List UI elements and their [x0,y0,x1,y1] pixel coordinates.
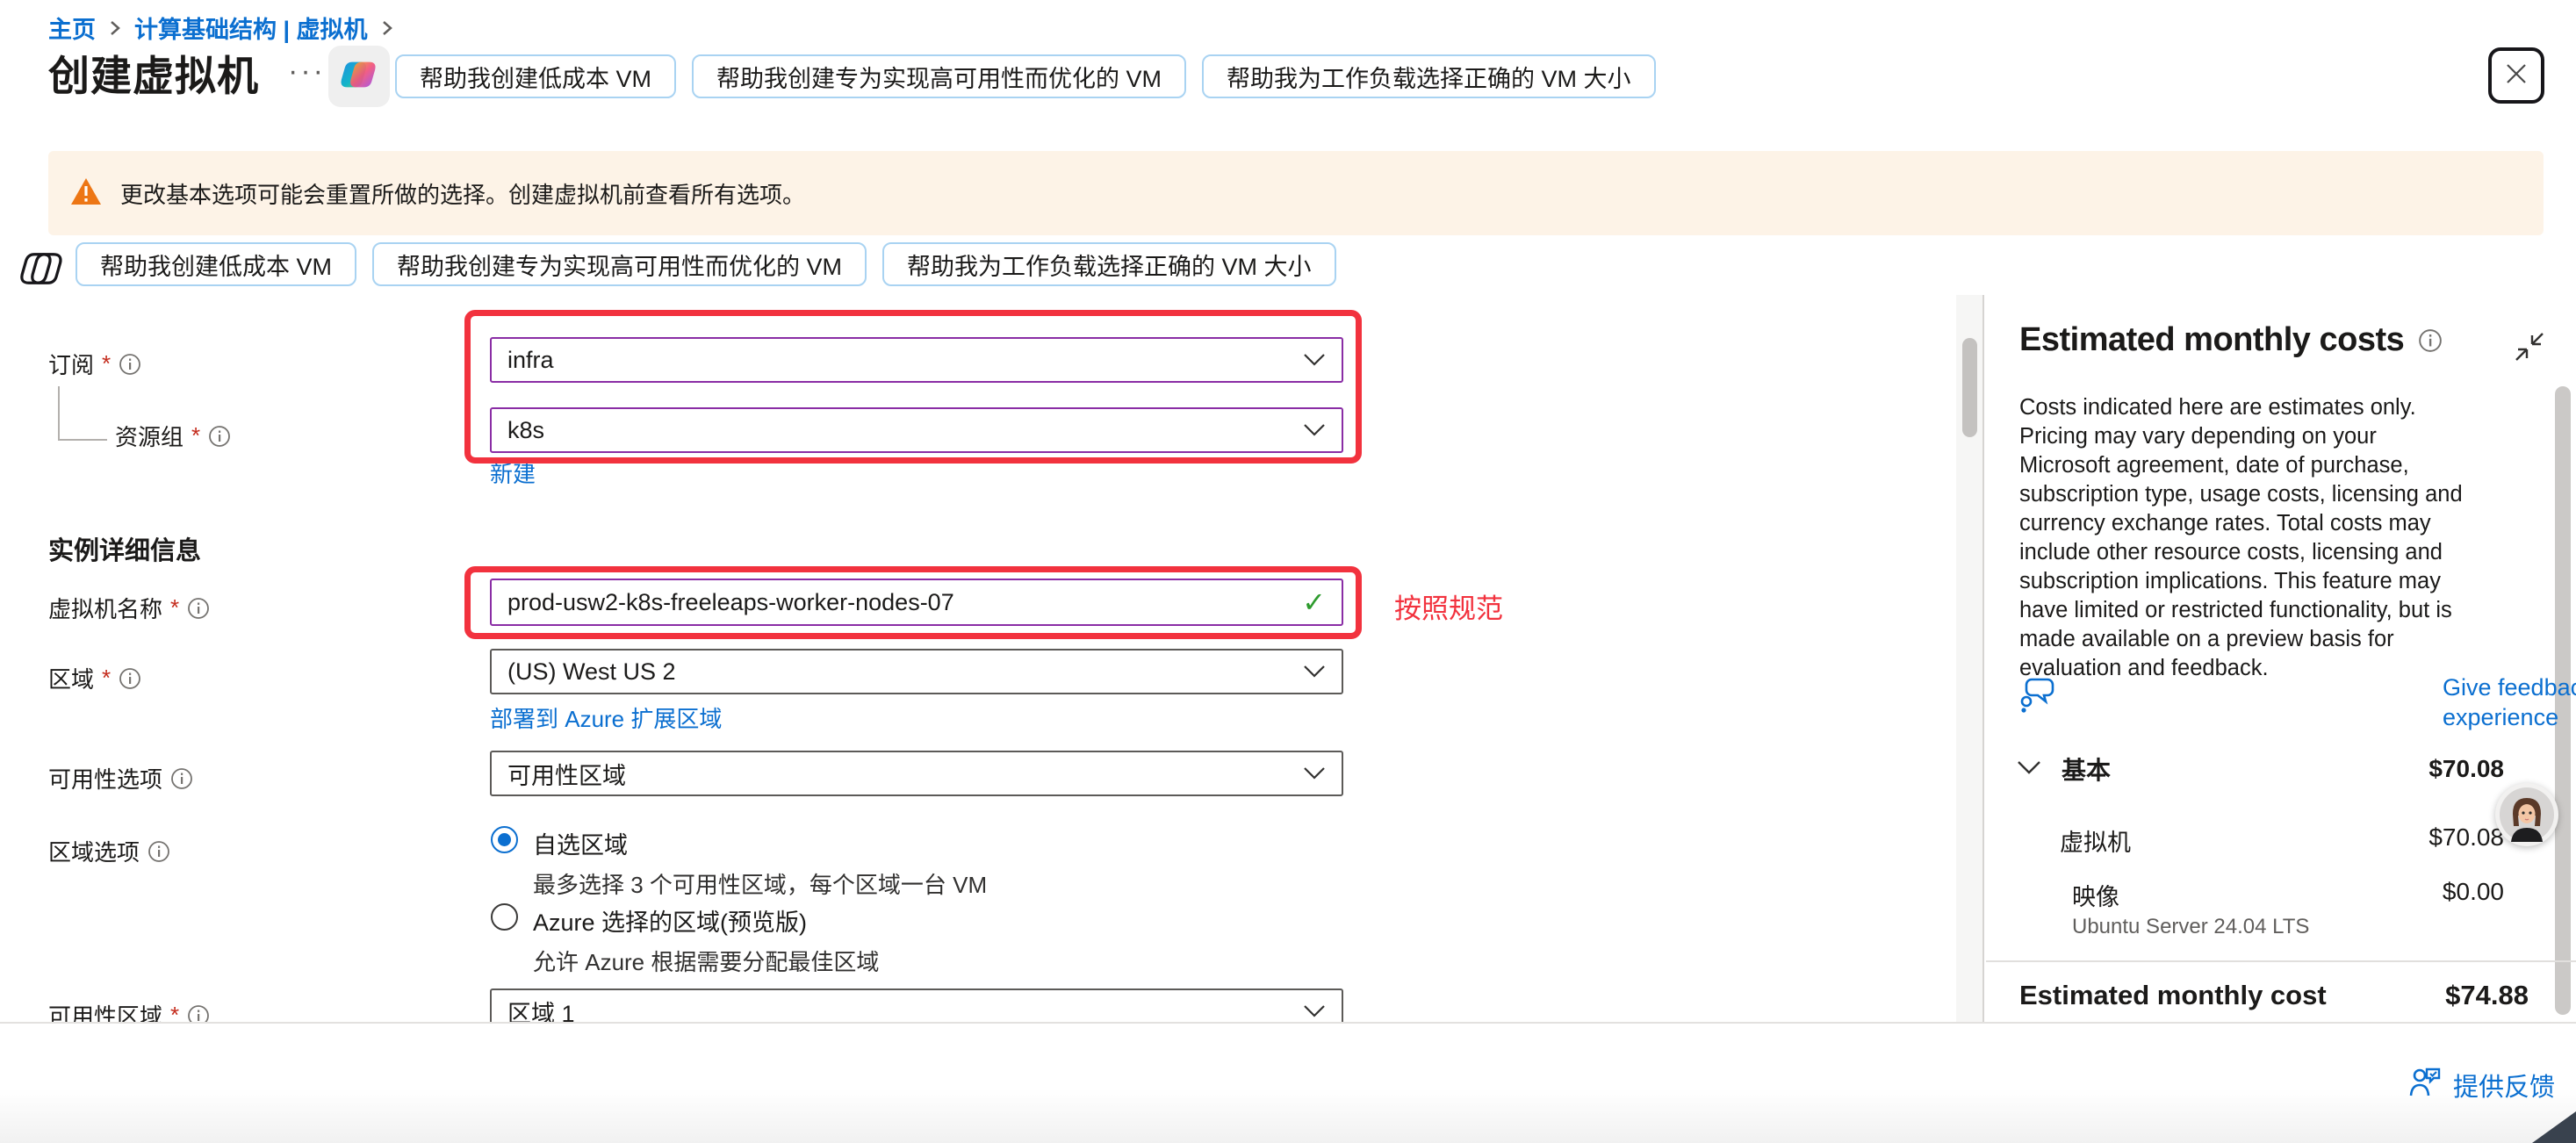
close-icon [2503,61,2529,91]
warning-banner: 更改基本选项可能会重置所做的选择。创建虚拟机前查看所有选项。 [48,151,2544,235]
estimate-feedback-link[interactable]: Give feedback about your estimate experi… [2019,672,2576,732]
feedback-bubbles-icon [2019,672,2430,732]
avatar-image [2500,787,2554,842]
valid-check-icon: ✓ [1302,586,1326,619]
panel-horizontal-divider [1986,960,2576,962]
copilot-button[interactable] [328,46,390,107]
required-asterisk: * [170,594,179,622]
info-icon[interactable] [2418,328,2443,353]
cost-group-basic[interactable]: 基本 $70.08 [2016,751,2504,787]
cost-row-image: 映像 $0.00 [2072,878,2504,912]
suggestion-right-vm-size-button[interactable]: 帮助我为工作负载选择正确的 VM 大小 [882,242,1336,286]
chevron-down-icon [1303,665,1326,679]
corner-widget[interactable] [2532,1111,2576,1143]
chevron-right-icon [380,18,394,38]
resource-group-label: 资源组 * [115,420,231,452]
zone-option-self-select[interactable]: 自选区域 最多选择 3 个可用性区域，每个区域一台 VM [491,826,987,900]
breadcrumb: 主页 计算基础结构 | 虚拟机 [48,11,394,45]
person-feedback-icon [2407,1064,2443,1106]
availability-options-label: 可用性选项 [48,762,193,794]
radio-selected-icon[interactable] [491,826,518,853]
required-asterisk: * [191,422,200,449]
instance-details-section-title: 实例详细信息 [48,530,201,567]
cost-group-value: $70.08 [2428,755,2504,783]
panel-divider [1982,295,1984,1022]
collapse-panel-icon[interactable] [2513,330,2546,368]
zone-options-label: 区域选项 [48,835,170,867]
cost-panel-description: Costs indicated here are estimates only.… [2019,393,2472,683]
info-icon[interactable] [148,840,170,863]
subscription-select[interactable]: infra [490,337,1343,383]
vm-name-field: ✓ [490,579,1343,626]
suggestion-low-cost-vm-button[interactable]: 帮助我创建低成本 VM [76,242,356,286]
cost-row-image-subtitle: Ubuntu Server 24.04 LTS [2072,915,2309,939]
region-select[interactable]: (US) West US 2 [490,649,1343,694]
more-options-button[interactable]: ··· [288,54,326,89]
warning-banner-text: 更改基本选项可能会重置所做的选择。创建虚拟机前查看所有选项。 [120,177,805,210]
availability-options-select[interactable]: 可用性区域 [490,751,1343,796]
resource-group-select[interactable]: k8s [490,407,1343,453]
cost-row-vm: 虚拟机 $70.08 [2060,823,2504,858]
cost-total-label: Estimated monthly cost [2019,980,2327,1011]
info-icon[interactable] [119,353,141,376]
vm-name-input[interactable] [507,580,1292,624]
radio-unselected-icon[interactable] [491,903,518,931]
zone-option-label-text: 自选区域 [533,826,987,860]
create-new-resource-group-link[interactable]: 新建 [490,456,536,489]
provide-feedback-text: 提供反馈 [2453,1067,2555,1103]
chevron-down-icon [1303,766,1326,780]
page-title: 创建虚拟机 [48,42,259,103]
close-button[interactable] [2488,47,2544,104]
zone-option-desc: 最多选择 3 个可用性区域，每个区域一台 VM [533,867,987,900]
chevron-right-icon [108,18,122,38]
suggestion-right-vm-size-button[interactable]: 帮助我为工作负载选择正确的 VM 大小 [1202,54,1656,98]
zone-option-label-text: Azure 选择的区域(预览版) [533,903,879,938]
zone-option-desc: 允许 Azure 根据需要分配最佳区域 [533,945,879,977]
info-icon[interactable] [119,667,141,690]
provide-feedback-link[interactable]: 提供反馈 [2407,1064,2555,1106]
cost-panel-header: Estimated monthly costs [2019,321,2443,359]
info-icon[interactable] [170,767,193,790]
bottom-action-bar [0,1022,2576,1143]
copilot-suggestion-row-top: 帮助我创建低成本 VM 帮助我创建专为实现高可用性而优化的 VM 帮助我为工作负… [395,54,1656,98]
warning-icon [69,176,103,211]
breadcrumb-current[interactable]: 计算基础结构 | 虚拟机 [134,11,368,45]
estimate-feedback-text: Give feedback about your estimate experi… [2443,672,2576,732]
resource-group-connector-line [58,386,107,441]
region-label: 区域 * [48,662,141,694]
cost-panel-title: Estimated monthly costs [2019,321,2404,359]
assistant-avatar[interactable] [2495,783,2558,846]
info-icon[interactable] [208,425,231,448]
chevron-down-icon [1303,1004,1326,1018]
suggestion-low-cost-vm-button[interactable]: 帮助我创建低成本 VM [395,54,676,98]
deploy-edge-zone-link[interactable]: 部署到 Azure 扩展区域 [490,701,722,734]
copilot-outline-icon [19,246,65,291]
subscription-label: 订阅 * [48,348,141,380]
zone-option-azure-select[interactable]: Azure 选择的区域(预览版) 允许 Azure 根据需要分配最佳区域 [491,903,879,977]
copilot-suggestion-row-inline: 帮助我创建低成本 VM 帮助我创建专为实现高可用性而优化的 VM 帮助我为工作负… [76,242,1336,286]
suggestion-high-availability-vm-button[interactable]: 帮助我创建专为实现高可用性而优化的 VM [692,54,1186,98]
info-icon[interactable] [187,597,210,620]
vm-name-label: 虚拟机名称 * [48,592,210,624]
required-asterisk: * [102,350,111,377]
copilot-icon [339,54,379,99]
breadcrumb-home[interactable]: 主页 [48,11,96,45]
main-scrollbar-thumb[interactable] [1962,338,1977,437]
suggestion-high-availability-vm-button[interactable]: 帮助我创建专为实现高可用性而优化的 VM [372,242,867,286]
chevron-down-icon [1303,423,1326,437]
cost-total-value: $74.88 [2283,980,2529,1011]
chevron-down-icon [1303,353,1326,367]
cost-group-label: 基本 [2062,751,2111,787]
chevron-down-icon [2016,759,2042,780]
required-asterisk: * [102,665,111,692]
annotation-text: 按照规范 [1394,586,1503,626]
